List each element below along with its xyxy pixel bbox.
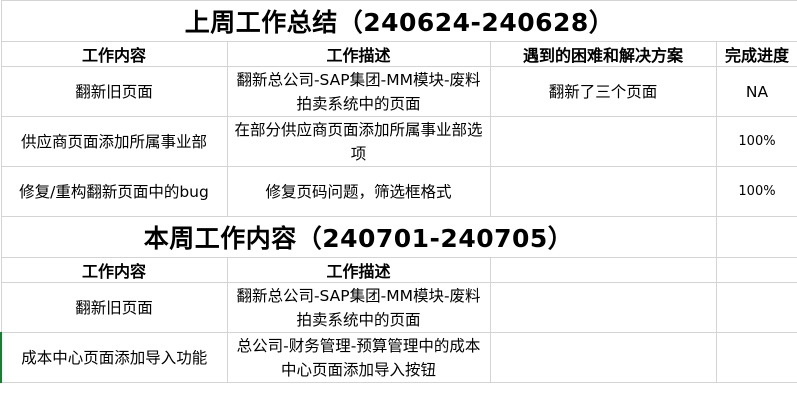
content-cell[interactable]: 成本中心页面添加导入功能 xyxy=(0,332,228,383)
progress-cell[interactable] xyxy=(715,332,797,383)
this-week-title[interactable]: 本周工作内容（240701-240705） xyxy=(0,216,717,258)
description-cell[interactable]: 在部分供应商页面添加所属事业部选项 xyxy=(226,116,491,167)
description-cell[interactable]: 翻新总公司-SAP集团-MM模块-废料拍卖系统中的页面 xyxy=(226,66,491,117)
issues-cell[interactable] xyxy=(489,332,717,383)
last-week-title[interactable]: 上周工作总结（240624-240628） xyxy=(0,0,797,42)
table-row: 供应商页面添加所属事业部 在部分供应商页面添加所属事业部选项 100% xyxy=(0,116,797,167)
table-row: 翻新旧页面 翻新总公司-SAP集团-MM模块-废料拍卖系统中的页面 xyxy=(0,282,797,333)
header-cell[interactable]: 工作描述 xyxy=(226,41,491,67)
issues-cell[interactable] xyxy=(489,166,717,217)
title-row: 本周工作内容（240701-240705） xyxy=(0,216,797,258)
issues-cell[interactable]: 翻新了三个页面 xyxy=(489,66,717,117)
header-cell[interactable]: 遇到的困难和解决方案 xyxy=(489,41,717,67)
table-row: 修复/重构翻新页面中的bug 修复页码问题，筛选框格式 100% xyxy=(0,166,797,217)
progress-cell[interactable]: 100% xyxy=(715,166,797,217)
content-cell[interactable]: 修复/重构翻新页面中的bug xyxy=(0,166,228,217)
empty-cell[interactable] xyxy=(715,216,797,258)
issues-cell[interactable] xyxy=(489,116,717,167)
header-row: 工作内容 工作描述 遇到的困难和解决方案 完成进度 xyxy=(0,41,797,67)
header-cell[interactable]: 工作内容 xyxy=(0,41,228,67)
issues-cell[interactable] xyxy=(489,282,717,333)
progress-cell[interactable]: 100% xyxy=(715,116,797,167)
content-cell[interactable]: 供应商页面添加所属事业部 xyxy=(0,116,228,167)
content-cell[interactable]: 翻新旧页面 xyxy=(0,282,228,333)
header-cell[interactable] xyxy=(715,257,797,283)
description-cell[interactable]: 翻新总公司-SAP集团-MM模块-废料拍卖系统中的页面 xyxy=(226,282,491,333)
header-cell[interactable] xyxy=(489,257,717,283)
progress-cell[interactable]: NA xyxy=(715,66,797,117)
header-row: 工作内容 工作描述 xyxy=(0,257,797,283)
table-row: 翻新旧页面 翻新总公司-SAP集团-MM模块-废料拍卖系统中的页面 翻新了三个页… xyxy=(0,66,797,117)
header-cell[interactable]: 工作内容 xyxy=(0,257,228,283)
description-cell[interactable]: 总公司-财务管理-预算管理中的成本中心页面添加导入按钮 xyxy=(226,332,491,383)
description-cell[interactable]: 修复页码问题，筛选框格式 xyxy=(226,166,491,217)
title-row: 上周工作总结（240624-240628） xyxy=(0,0,797,42)
progress-cell[interactable] xyxy=(715,282,797,333)
table-row: 成本中心页面添加导入功能 总公司-财务管理-预算管理中的成本中心页面添加导入按钮 xyxy=(0,332,797,383)
header-cell[interactable]: 完成进度 xyxy=(715,41,797,67)
content-cell[interactable]: 翻新旧页面 xyxy=(0,66,228,117)
header-cell[interactable]: 工作描述 xyxy=(226,257,491,283)
report-sheet: 上周工作总结（240624-240628） 工作内容 工作描述 遇到的困难和解决… xyxy=(0,0,797,383)
